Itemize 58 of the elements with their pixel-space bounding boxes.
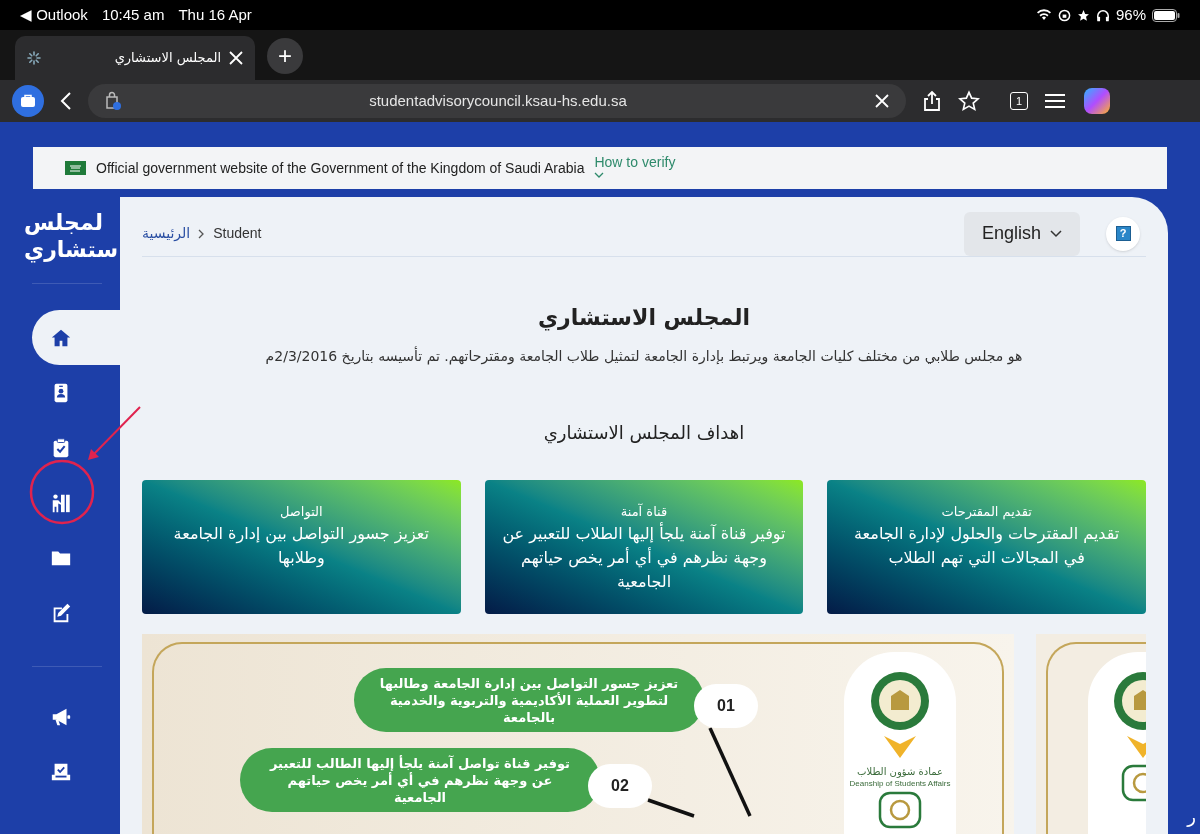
logo-text: لمجلس (24, 209, 103, 236)
verify-link[interactable]: How to verify (594, 154, 676, 178)
lock-rotation-icon (1057, 8, 1071, 22)
annotation-arrow (87, 406, 142, 462)
annotation-circle (29, 459, 95, 525)
headphones-icon (1095, 8, 1110, 22)
menu-icon[interactable] (1044, 93, 1066, 109)
chevron-right-icon (198, 228, 206, 239)
goal-title: قناة آمنة (620, 502, 668, 521)
back-link[interactable]: ◀ Outlook (20, 3, 88, 27)
goal-title: التواصل (279, 503, 323, 522)
step-number: 01 (694, 684, 758, 728)
logo-text: ستشاري (24, 236, 119, 263)
status-date: Thu 16 Apr (178, 4, 252, 25)
address-bar[interactable]: studentadvisorycouncil.ksau-hs.edu.sa (88, 84, 906, 118)
briefcase-icon[interactable] (12, 85, 44, 117)
language-select[interactable]: English (964, 211, 1080, 256)
new-tab-button[interactable]: + (267, 38, 303, 74)
bag-icon (104, 91, 122, 111)
star-outline-icon[interactable] (958, 90, 980, 112)
back-icon[interactable] (60, 92, 72, 110)
help-button[interactable]: ? (1106, 216, 1140, 251)
step-number: 02 (588, 764, 652, 808)
loading-spinner-icon (27, 51, 41, 65)
assistant-logo-icon[interactable] (1082, 86, 1112, 116)
tab-title: المجلس الاستشاري (114, 49, 221, 68)
flag-icon (65, 161, 86, 175)
battery-percentage: 96% (1115, 4, 1146, 25)
deanship-caption-english: Deanship of Students Affairs (848, 779, 952, 789)
page-title: المجلس الاستشاري (536, 304, 752, 333)
goal-pill: تعزيز جسور التواصل بين إدارة الجامعة وطالبها لتطوير العملية الأكاديمية والتربوية والخدمية بالجامعة (354, 668, 704, 732)
battery-icon (1152, 8, 1180, 22)
connector-line (646, 798, 696, 818)
close-icon[interactable] (229, 51, 243, 65)
deanship-caption: عمادة شؤون الطلاب (857, 765, 943, 779)
wifi-icon (1035, 9, 1052, 21)
status-time: 10:45 am (101, 4, 165, 25)
breadcrumb-link[interactable]: الرئيسية (142, 223, 191, 244)
section-heading: اهداف المجلس الاستشاري (542, 421, 746, 446)
star-icon (1076, 8, 1090, 22)
clear-icon[interactable] (874, 93, 890, 109)
share-icon[interactable] (922, 90, 942, 112)
tab-count[interactable]: 1 (1010, 92, 1028, 110)
chevron-down-icon (594, 171, 605, 178)
sidebar-nav-item[interactable] (32, 310, 120, 365)
goal-pill: توفير قناة تواصل آمنة يلجأ إليها الطالب للتعبير عن وجهة نظرهم في أي أمر يخص حياتهم الجامعية (240, 748, 600, 812)
browser-tab[interactable]: المجلس الاستشاري (15, 36, 255, 80)
goal-text: توفير قناة آمنة يلجأ إليها الطلاب للتعبير عن وجهة نظرهم في أي أمر يخص حياتهم الجامعية (501, 521, 787, 593)
chevron-down-icon (1050, 229, 1062, 238)
person-at-board-icon (50, 491, 72, 514)
university-seal-icon (869, 670, 931, 732)
address-text: studentadvisorycouncil.ksau-hs.edu.sa (368, 90, 628, 111)
goal-title: تقديم المقترحات (941, 503, 1032, 522)
goal-text: تقديم المقترحات والحلول لإدارة الجامعة في المجالات التي تهم الطلاب (853, 522, 1121, 570)
goal-text: تعزيز جسور التواصل بين إدارة الجامعة وطلابها (172, 522, 430, 570)
edge-text: ر (1187, 805, 1196, 829)
page-description: هو مجلس طلابي من مختلف كليات الجامعة ويرتبط بإدارة الجامعة لتمثيل طلاب الجامعة ومقترحاتهم. تم تأسيسه بتاريخ 2/3/2016م (264, 346, 1024, 367)
government-notice: Official government website of the Government of the Kingdom of Saudi Arabia (96, 158, 585, 178)
